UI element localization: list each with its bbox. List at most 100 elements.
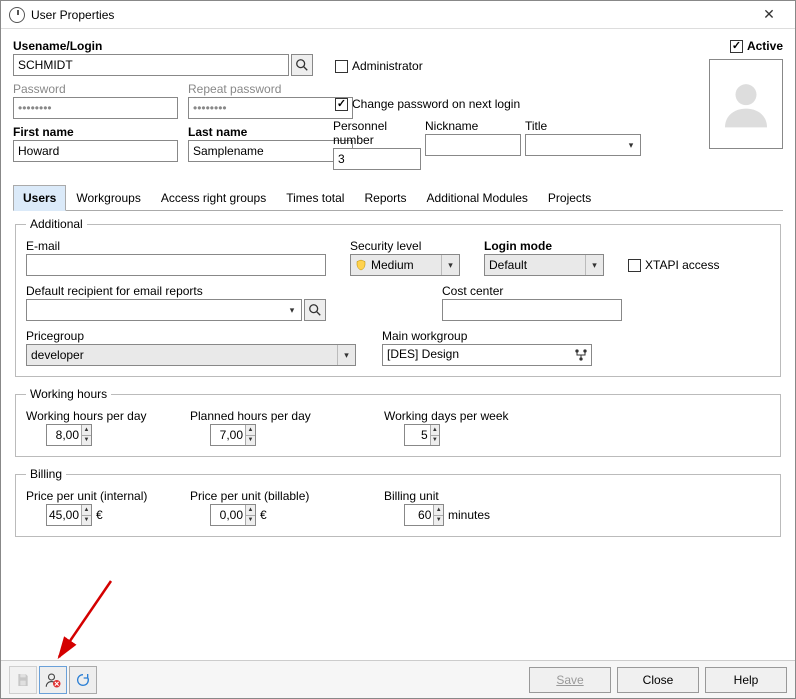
- currency-symbol: €: [96, 508, 103, 522]
- main-workgroup-value[interactable]: [DES] Design: [383, 345, 571, 365]
- billing-unit-label: Billing unit: [384, 489, 564, 503]
- chevron-down-icon: ▾: [337, 345, 355, 365]
- lookup-recipient-button[interactable]: [304, 299, 326, 321]
- tab-reports[interactable]: Reports: [354, 185, 416, 211]
- hours-per-day-value[interactable]: [47, 425, 81, 445]
- personnel-label: Personnel number: [333, 119, 421, 147]
- dialog-body: Usename/Login Password Repeat password: [1, 29, 795, 660]
- xtapi-label: XTAPI access: [645, 258, 719, 272]
- active-label: Active: [747, 39, 783, 53]
- hours-per-day-spinner[interactable]: ▲▼: [46, 424, 92, 446]
- price-billable-label: Price per unit (billable): [190, 489, 330, 503]
- checkbox-icon: [730, 40, 743, 53]
- group-working-hours: Working hours Working hours per day ▲▼ P…: [15, 387, 781, 457]
- firstname-input[interactable]: [13, 140, 178, 162]
- tab-additional-modules[interactable]: Additional Modules: [417, 185, 538, 211]
- security-level-combo[interactable]: Medium ▾: [350, 254, 460, 276]
- group-billing: Billing Price per unit (internal) ▲▼ € P…: [15, 467, 781, 537]
- days-per-week-label: Working days per week: [384, 409, 544, 423]
- footer: Save Close Help: [1, 660, 795, 698]
- spin-up-icon[interactable]: ▲: [82, 425, 91, 436]
- hours-per-day-label: Working hours per day: [26, 409, 166, 423]
- person-icon: [718, 76, 774, 132]
- login-mode-combo[interactable]: Default ▾: [484, 254, 604, 276]
- spin-down-icon[interactable]: ▼: [246, 516, 255, 526]
- default-recipient-combo[interactable]: ▾: [26, 299, 302, 321]
- chevron-down-icon: ▾: [441, 255, 459, 275]
- nickname-input[interactable]: [425, 134, 521, 156]
- refresh-button[interactable]: [69, 666, 97, 694]
- checkbox-icon: [335, 60, 348, 73]
- group-working-hours-legend: Working hours: [26, 387, 111, 401]
- change-password-label: Change password on next login: [352, 97, 520, 111]
- default-recipient-label: Default recipient for email reports: [26, 284, 326, 298]
- tab-panel-users: Additional E-mail Security level Medium …: [13, 211, 783, 537]
- xtapi-checkbox[interactable]: XTAPI access: [628, 254, 719, 276]
- tab-times-total[interactable]: Times total: [276, 185, 354, 211]
- refresh-icon: [75, 672, 91, 688]
- tab-access-rights[interactable]: Access right groups: [151, 185, 276, 211]
- billing-unit-value[interactable]: [405, 505, 433, 525]
- help-button[interactable]: Help: [705, 667, 787, 693]
- spin-down-icon[interactable]: ▼: [82, 436, 91, 446]
- spin-down-icon[interactable]: ▼: [434, 516, 443, 526]
- delete-user-button[interactable]: [39, 666, 67, 694]
- title-combo[interactable]: ▾: [525, 134, 641, 156]
- checkbox-icon: [335, 98, 348, 111]
- group-additional-legend: Additional: [26, 217, 87, 231]
- nickname-label: Nickname: [425, 119, 521, 133]
- price-internal-label: Price per unit (internal): [26, 489, 166, 503]
- shield-icon: [355, 259, 367, 271]
- tab-users[interactable]: Users: [13, 185, 66, 211]
- planned-hours-spinner[interactable]: ▲▼: [210, 424, 256, 446]
- price-billable-value[interactable]: [211, 505, 245, 525]
- billing-unit-suffix: minutes: [448, 508, 490, 522]
- price-internal-value[interactable]: [47, 505, 81, 525]
- email-input[interactable]: [26, 254, 326, 276]
- password-label: Password: [13, 82, 178, 96]
- security-level-value: Medium: [371, 258, 414, 272]
- save-button: Save: [529, 667, 611, 693]
- login-mode-label: Login mode: [484, 239, 604, 253]
- tab-projects[interactable]: Projects: [538, 185, 601, 211]
- days-per-week-value[interactable]: [405, 425, 430, 445]
- spin-up-icon[interactable]: ▲: [431, 425, 439, 436]
- firstname-label: First name: [13, 125, 178, 139]
- price-internal-spinner[interactable]: ▲▼: [46, 504, 92, 526]
- price-billable-spinner[interactable]: ▲▼: [210, 504, 256, 526]
- pricegroup-combo[interactable]: developer ▾: [26, 344, 356, 366]
- workgroup-picker-button[interactable]: [571, 345, 591, 365]
- close-button[interactable]: Close: [617, 667, 699, 693]
- personnel-input[interactable]: [333, 148, 421, 170]
- title-label: Title: [525, 119, 641, 133]
- spin-up-icon[interactable]: ▲: [246, 505, 255, 516]
- password-input: [13, 97, 178, 119]
- cost-center-label: Cost center: [442, 284, 622, 298]
- cost-center-input[interactable]: [442, 299, 622, 321]
- chevron-down-icon: ▾: [622, 135, 640, 155]
- floppy-icon: [15, 672, 31, 688]
- change-password-checkbox[interactable]: Change password on next login: [335, 97, 703, 111]
- security-level-label: Security level: [350, 239, 460, 253]
- spin-up-icon[interactable]: ▲: [246, 425, 255, 436]
- spin-up-icon[interactable]: ▲: [434, 505, 443, 516]
- planned-hours-value[interactable]: [211, 425, 245, 445]
- days-per-week-spinner[interactable]: ▲▼: [404, 424, 440, 446]
- administrator-checkbox[interactable]: Administrator: [335, 59, 703, 73]
- avatar[interactable]: [709, 59, 783, 149]
- username-input[interactable]: [13, 54, 289, 76]
- pricegroup-label: Pricegroup: [26, 329, 356, 343]
- tab-workgroups[interactable]: Workgroups: [66, 185, 150, 211]
- lookup-user-button[interactable]: [291, 54, 313, 76]
- pricegroup-value: developer: [27, 348, 337, 362]
- group-billing-legend: Billing: [26, 467, 66, 481]
- spin-down-icon[interactable]: ▼: [431, 436, 439, 446]
- close-icon[interactable]: ✕: [749, 3, 789, 27]
- active-checkbox[interactable]: Active: [703, 39, 783, 53]
- spin-down-icon[interactable]: ▼: [82, 516, 91, 526]
- spin-up-icon[interactable]: ▲: [82, 505, 91, 516]
- billing-unit-spinner[interactable]: ▲▼: [404, 504, 444, 526]
- window-title: User Properties: [31, 8, 749, 22]
- delete-user-icon: [44, 671, 62, 689]
- spin-down-icon[interactable]: ▼: [246, 436, 255, 446]
